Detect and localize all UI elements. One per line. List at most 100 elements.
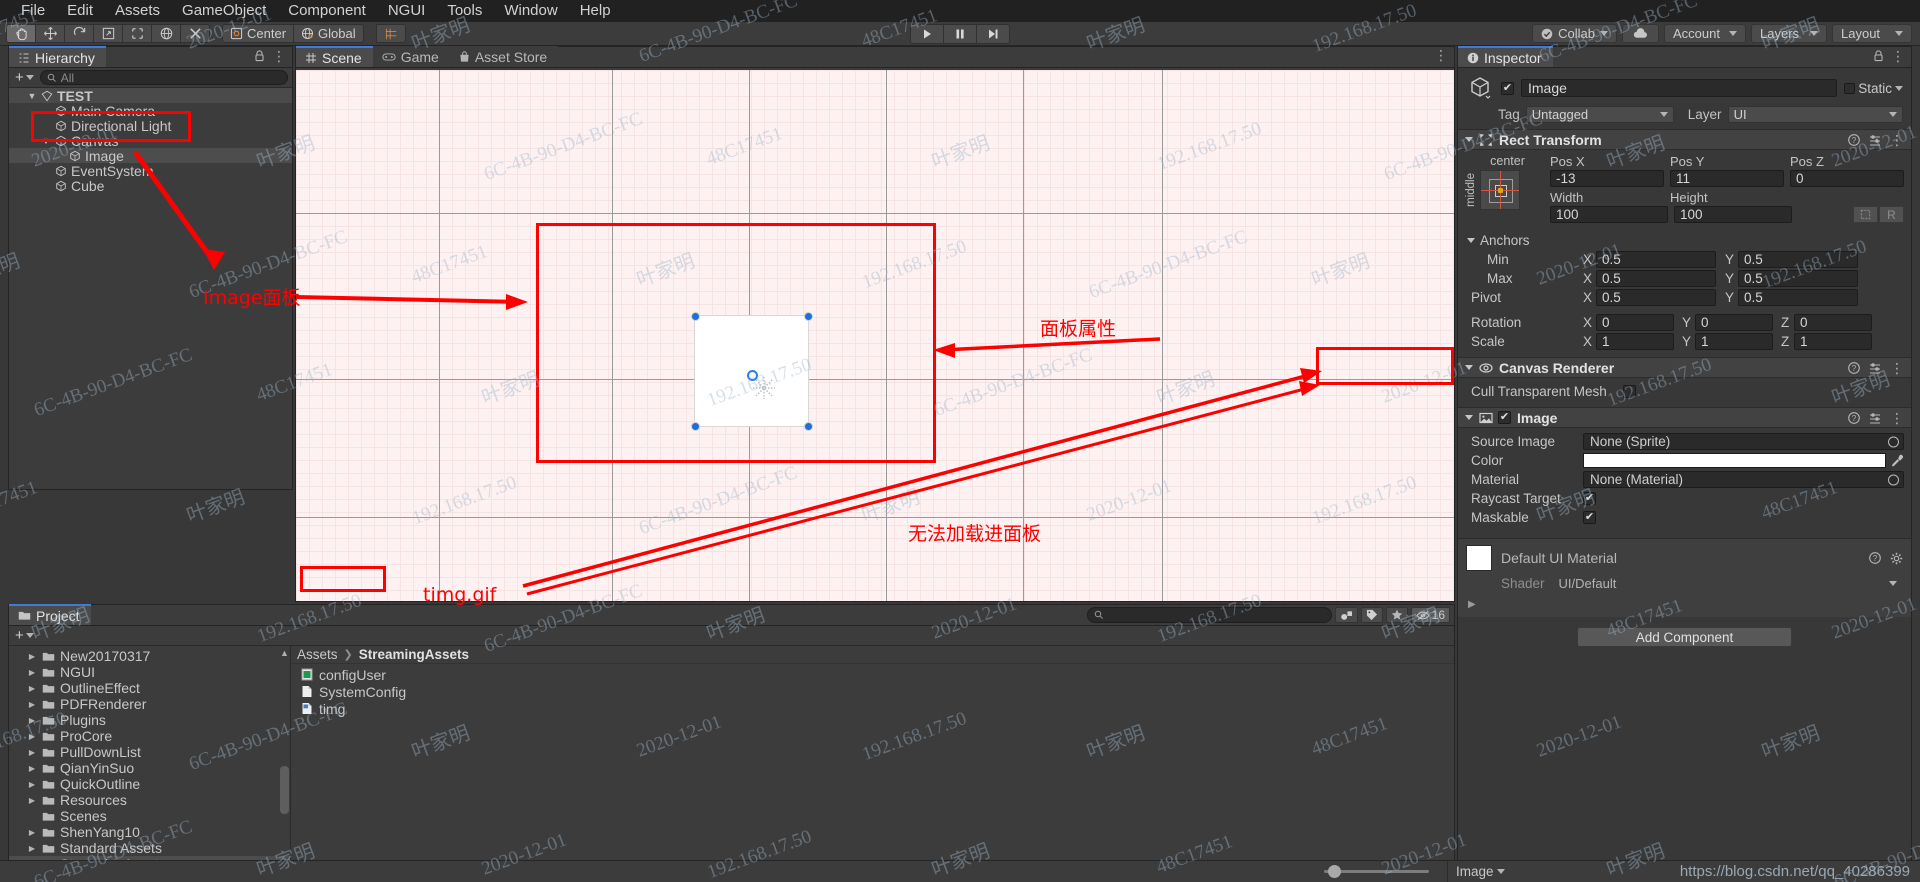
rotate-tool-button[interactable] — [64, 24, 94, 43]
resize-handle-tr[interactable] — [804, 312, 813, 321]
tab-game[interactable]: Game — [372, 46, 450, 67]
anchor-max-y-input[interactable]: 0.5 — [1738, 270, 1858, 287]
chevron-right-icon[interactable]: ▶ — [27, 700, 37, 709]
project-folder-pulldownlist[interactable]: ▶ PullDownList — [9, 744, 290, 760]
account-button[interactable]: Account — [1664, 24, 1746, 43]
gear-icon[interactable] — [1890, 552, 1903, 565]
hierarchy-menu-icon[interactable]: ⋮ — [272, 49, 286, 63]
asset-item-timg[interactable]: timg — [291, 700, 1454, 717]
asset-item-systemconfig[interactable]: SystemConfig — [291, 683, 1454, 700]
anchors-foldout-row[interactable]: Anchors — [1465, 231, 1904, 250]
scale-x-input[interactable]: 1 — [1596, 333, 1674, 350]
static-checkbox[interactable] — [1844, 82, 1856, 94]
chevron-right-icon[interactable]: ▶ — [27, 652, 37, 661]
hidden-assets-button[interactable]: 16 — [1410, 607, 1450, 623]
eyedropper-icon[interactable] — [1890, 454, 1904, 468]
cloud-button[interactable] — [1622, 24, 1659, 43]
project-folder-outlineeffect[interactable]: ▶ OutlineEffect — [9, 680, 290, 696]
raycast-target-checkbox[interactable] — [1583, 492, 1596, 505]
shader-dropdown[interactable]: UI/Default — [1552, 575, 1903, 592]
hierarchy-item-eventsystem[interactable]: EventSystem — [9, 163, 292, 179]
canvas-renderer-menu-icon[interactable]: ⋮ — [1890, 361, 1904, 375]
rect-transform-header[interactable]: Rect Transform ? ⋮ — [1458, 129, 1911, 150]
anchor-preset-button[interactable] — [1480, 170, 1520, 210]
move-tool-button[interactable] — [35, 24, 65, 43]
folder-tree-scrollbar[interactable]: ▲ ▼ — [280, 648, 289, 870]
chevron-right-icon[interactable]: ▶ — [27, 844, 37, 853]
project-folder-procore[interactable]: ▶ ProCore — [9, 728, 290, 744]
zoom-slider[interactable] — [1324, 865, 1429, 878]
scroll-up-arrow-icon[interactable]: ▲ — [280, 648, 289, 658]
project-folder-scenes[interactable]: Scenes — [9, 808, 290, 824]
menu-item-window[interactable]: Window — [493, 1, 568, 21]
hierarchy-item-cube[interactable]: Cube — [9, 178, 292, 194]
chevron-down-icon[interactable] — [1465, 137, 1473, 142]
menu-item-edit[interactable]: Edit — [56, 1, 104, 21]
menu-item-help[interactable]: Help — [569, 1, 622, 21]
height-input[interactable]: 100 — [1674, 206, 1792, 223]
object-enabled-checkbox[interactable] — [1501, 81, 1514, 95]
pivot-mode-button[interactable]: Center — [222, 24, 295, 43]
chevron-down-icon[interactable] — [1467, 238, 1475, 243]
custom-tool-button[interactable] — [180, 24, 210, 43]
scale-tool-button[interactable] — [93, 24, 123, 43]
lock-icon[interactable] — [1873, 50, 1884, 62]
step-button[interactable] — [976, 23, 1010, 44]
project-folder-new20170317[interactable]: ▶ New20170317 — [9, 648, 290, 664]
image-component-enabled-checkbox[interactable] — [1498, 411, 1511, 424]
filter-by-label-button[interactable] — [1360, 607, 1383, 623]
resize-handle-tl[interactable] — [691, 312, 700, 321]
pos-x-input[interactable]: -13 — [1550, 170, 1664, 187]
rotation-z-input[interactable]: 0 — [1794, 314, 1872, 331]
scene-viewport[interactable] — [296, 70, 1454, 601]
chevron-right-icon[interactable]: ▶ — [27, 684, 37, 693]
chevron-right-icon[interactable]: ▶ — [27, 748, 37, 757]
layer-dropdown[interactable]: UI — [1727, 106, 1903, 123]
breadcrumb-streamingassets[interactable]: StreamingAssets — [359, 647, 469, 662]
tab-asset-store[interactable]: Asset Store — [449, 46, 559, 67]
hand-tool-button[interactable] — [6, 24, 36, 43]
favorites-button[interactable] — [1385, 607, 1408, 623]
chevron-down-icon[interactable]: ▼ — [27, 91, 37, 101]
zoom-slider-knob[interactable] — [1328, 865, 1341, 878]
menu-item-component[interactable]: Component — [277, 1, 377, 21]
project-folder-plugins[interactable]: ▶ Plugins — [9, 712, 290, 728]
pivot-y-input[interactable]: 0.5 — [1738, 289, 1858, 306]
add-component-button[interactable]: Add Component — [1577, 627, 1792, 647]
hierarchy-item-image[interactable]: Image — [9, 148, 292, 164]
project-folder-resources[interactable]: ▶ Resources — [9, 792, 290, 808]
static-toggle[interactable]: Static — [1844, 81, 1903, 96]
project-search-input[interactable] — [1086, 607, 1332, 623]
chevron-right-icon[interactable]: ▶ — [27, 716, 37, 725]
preset-icon[interactable] — [1869, 134, 1881, 146]
tab-inspector[interactable]: Inspector — [1458, 46, 1553, 67]
chevron-right-icon[interactable]: ▶ — [27, 668, 37, 677]
lock-icon[interactable] — [254, 50, 265, 62]
rotation-x-input[interactable]: 0 — [1596, 314, 1674, 331]
chevron-right-icon[interactable]: ▶ — [27, 828, 37, 837]
tab-hierarchy[interactable]: Hierarchy — [9, 46, 106, 67]
grid-snap-button[interactable] — [375, 24, 406, 43]
material-field[interactable]: None (Material) — [1583, 471, 1904, 488]
anchor-min-x-input[interactable]: 0.5 — [1596, 251, 1716, 268]
menu-item-gameobject[interactable]: GameObject — [171, 1, 277, 21]
rotation-y-input[interactable]: 0 — [1695, 314, 1773, 331]
anchor-max-x-input[interactable]: 0.5 — [1596, 270, 1716, 287]
chevron-down-icon[interactable] — [1496, 869, 1505, 874]
scene-menu-icon[interactable]: ⋮ — [1434, 48, 1448, 62]
transform-tool-button[interactable] — [151, 24, 181, 43]
raw-edit-button[interactable]: R — [1879, 206, 1904, 223]
chevron-right-icon[interactable]: ▶ — [27, 764, 37, 773]
asset-item-configuser[interactable]: configUser — [291, 666, 1454, 683]
object-name-input[interactable]: Image — [1521, 79, 1838, 97]
width-input[interactable]: 100 — [1550, 206, 1668, 223]
layout-button[interactable]: Layout — [1832, 24, 1912, 43]
blueprint-mode-button[interactable] — [1853, 206, 1878, 223]
project-folder-shenyang10[interactable]: ▶ ShenYang10 — [9, 824, 290, 840]
scale-y-input[interactable]: 1 — [1695, 333, 1773, 350]
menu-item-assets[interactable]: Assets — [104, 1, 171, 21]
collab-button[interactable]: Collab — [1532, 24, 1617, 43]
scale-z-input[interactable]: 1 — [1794, 333, 1872, 350]
help-icon[interactable]: ? — [1848, 133, 1860, 146]
pivot-handle[interactable] — [747, 370, 758, 381]
